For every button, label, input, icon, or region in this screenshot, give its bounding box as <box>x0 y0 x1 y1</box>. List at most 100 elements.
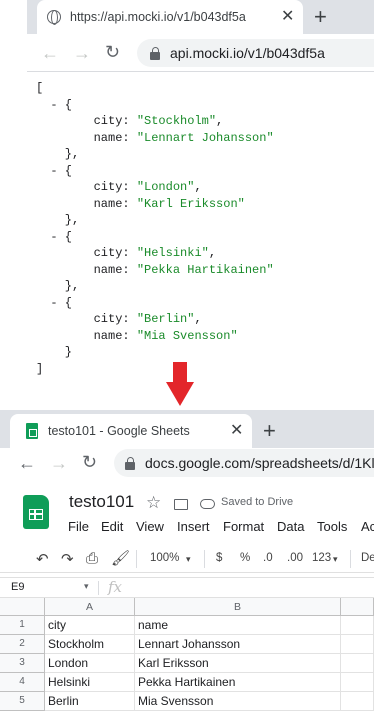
doc-title[interactable]: testo101 <box>69 492 134 512</box>
json-record-close: }, <box>64 213 80 227</box>
toolbar-divider <box>136 550 137 568</box>
cell-b[interactable]: Karl Eriksson <box>135 654 341 673</box>
cell-c[interactable] <box>341 635 374 654</box>
tab-sheets[interactable]: testo101 - Google Sheets ✕ <box>10 414 252 448</box>
name-box-caret-icon[interactable]: ▾ <box>84 581 89 592</box>
star-icon[interactable]: ☆ <box>146 494 161 511</box>
back-icon[interactable]: ← <box>18 454 36 472</box>
row-header[interactable]: 5 <box>0 692 45 711</box>
browser-toolbar: ← → ↻ docs.google.com/spreadsheets/d/1Kl <box>0 448 374 478</box>
forward-icon[interactable]: → <box>73 44 91 62</box>
menu-addons[interactable]: Ac <box>361 519 374 534</box>
increase-decimal-button[interactable]: .00 <box>287 552 303 564</box>
cell-b[interactable]: name <box>135 616 341 635</box>
json-value-name: Lennart Johansson <box>144 130 267 145</box>
move-folder-icon[interactable] <box>174 499 188 510</box>
json-field-name: name: "Karl Eriksson" <box>36 196 245 211</box>
cell-c[interactable] <box>341 692 374 711</box>
tab-strip: https://api.mocki.io/v1/b043df5a ✕ + <box>27 0 374 34</box>
cell-a[interactable]: London <box>45 654 135 673</box>
column-header-a[interactable]: A <box>45 598 135 616</box>
back-icon[interactable]: ← <box>41 44 59 62</box>
json-field-name: name: "Mia Svensson" <box>36 328 238 343</box>
row-header[interactable]: 1 <box>0 616 45 635</box>
sheets-browser-window: testo101 - Google Sheets ✕ + ← → ↻ docs.… <box>0 410 374 722</box>
address-url: docs.google.com/spreadsheets/d/1Kl <box>145 455 374 471</box>
new-tab-icon[interactable]: + <box>263 420 276 442</box>
address-bar[interactable]: docs.google.com/spreadsheets/d/1Kl <box>114 449 374 477</box>
cloud-saved-icon <box>200 499 215 509</box>
cell-a[interactable]: Berlin <box>45 692 135 711</box>
json-value-name: Karl Eriksson <box>144 196 238 211</box>
globe-icon <box>47 10 61 25</box>
menu-edit[interactable]: Edit <box>101 519 123 534</box>
new-tab-icon[interactable]: + <box>314 6 327 28</box>
json-record-close: }, <box>64 147 80 161</box>
tab-api[interactable]: https://api.mocki.io/v1/b043df5a ✕ <box>37 0 303 34</box>
currency-button[interactable]: $ <box>216 552 222 564</box>
json-viewer: [ - { city: "Stockholm", name: "Lennart … <box>36 80 274 377</box>
saved-status: Saved to Drive <box>221 496 294 508</box>
json-record-open[interactable]: - { <box>36 98 72 112</box>
row-header[interactable]: 4 <box>0 673 45 692</box>
row-header[interactable]: 3 <box>0 654 45 673</box>
number-format-select[interactable]: 123 <box>312 552 331 564</box>
undo-icon[interactable]: ↶ <box>36 552 49 567</box>
menu-tools[interactable]: Tools <box>317 519 347 534</box>
json-field-city: city: "Helsinki", <box>36 246 217 260</box>
sheets-favicon-icon <box>26 423 38 439</box>
cell-b[interactable]: Mia Svensson <box>135 692 341 711</box>
lock-icon <box>150 47 160 60</box>
json-record-open[interactable]: - { <box>36 230 72 244</box>
toolbar-divider <box>204 550 205 568</box>
json-field-city: city: "Stockholm", <box>36 114 224 128</box>
menu-format[interactable]: Format <box>223 519 264 534</box>
zoom-select[interactable]: 100% <box>150 552 179 564</box>
font-select[interactable]: De <box>361 552 374 564</box>
forward-icon[interactable]: → <box>50 454 68 472</box>
cell-c[interactable] <box>341 616 374 635</box>
json-open-bracket: [ <box>36 81 44 95</box>
json-value-city: Helsinki <box>144 246 202 260</box>
address-url: api.mocki.io/v1/b043df5a <box>170 45 325 61</box>
json-record-open[interactable]: - { <box>36 296 72 310</box>
json-record-close: }, <box>64 279 80 293</box>
reload-icon[interactable]: ↻ <box>82 453 97 471</box>
column-header-c[interactable] <box>341 598 374 616</box>
cell-a[interactable]: Stockholm <box>45 635 135 654</box>
menu-data[interactable]: Data <box>277 519 304 534</box>
close-icon[interactable]: ✕ <box>281 9 294 25</box>
reload-icon[interactable]: ↻ <box>105 43 120 61</box>
cell-c[interactable] <box>341 673 374 692</box>
paint-format-icon[interactable]: 🖌 <box>111 551 130 566</box>
percent-button[interactable]: % <box>240 552 250 564</box>
lock-icon <box>125 457 135 470</box>
menu-file[interactable]: File <box>68 519 89 534</box>
row-header[interactable]: 2 <box>0 635 45 654</box>
tab-strip: testo101 - Google Sheets ✕ + <box>0 410 374 448</box>
cell-b[interactable]: Lennart Johansson <box>135 635 341 654</box>
menu-insert[interactable]: Insert <box>177 519 210 534</box>
spreadsheet-grid: A B 1 city name 2 Stockholm Lennart Johansson… <box>0 598 374 722</box>
decrease-decimal-button[interactable]: .0 <box>263 552 273 564</box>
select-all-corner[interactable] <box>0 598 45 616</box>
cell-c[interactable] <box>341 654 374 673</box>
json-record-close: } <box>64 345 73 359</box>
cell-b[interactable]: Pekka Hartikainen <box>135 673 341 692</box>
redo-icon[interactable]: ↷ <box>61 552 74 567</box>
sheets-logo-icon[interactable] <box>23 495 49 529</box>
menu-view[interactable]: View <box>136 519 164 534</box>
address-bar[interactable]: api.mocki.io/v1/b043df5a <box>137 39 374 67</box>
name-box[interactable]: E9 <box>11 581 24 593</box>
print-icon[interactable]: ⎙ <box>86 551 98 566</box>
down-arrow-icon <box>166 362 194 406</box>
column-header-b[interactable]: B <box>135 598 341 616</box>
format-toolbar: ↶ ↷ ⎙ 🖌 100% ▾ $ % .0 .00 123 ▾ De <box>0 543 374 573</box>
json-field-name: name: "Lennart Johansson" <box>36 130 274 145</box>
formula-bar: E9 ▾ fx <box>0 577 374 598</box>
tab-title: https://api.mocki.io/v1/b043df5a <box>70 10 246 24</box>
cell-a[interactable]: city <box>45 616 135 635</box>
json-record-open[interactable]: - { <box>36 164 72 178</box>
cell-a[interactable]: Helsinki <box>45 673 135 692</box>
close-icon[interactable]: ✕ <box>230 423 243 439</box>
